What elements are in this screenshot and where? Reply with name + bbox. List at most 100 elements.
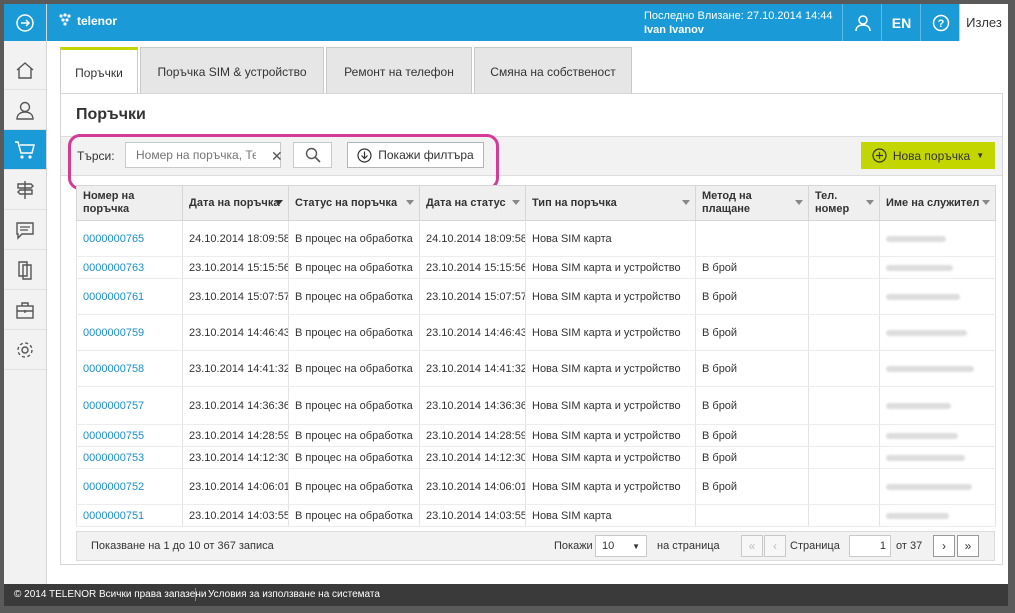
table-row[interactable]: 0000000763 23.10.2014 15:15:56 В процес на…: [76, 256, 996, 279]
sidebar-item-settings[interactable]: [4, 330, 46, 370]
status-date: 23.10.2014 14:36:36: [419, 386, 526, 425]
order-number-link[interactable]: 0000000752: [76, 468, 183, 505]
phone-number: [808, 314, 880, 351]
plus-circle-icon: [872, 148, 887, 163]
sidebar-item-business[interactable]: [4, 290, 46, 330]
order-date: 24.10.2014 18:09:58: [182, 220, 289, 257]
telenor-logo[interactable]: telenor: [56, 12, 117, 30]
table-row[interactable]: 0000000761 23.10.2014 15:07:57 В процес на…: [76, 278, 996, 315]
column-header-employee-name[interactable]: Име на служител: [879, 185, 996, 221]
table-row[interactable]: 0000000759 23.10.2014 14:46:43 В процес на…: [76, 314, 996, 351]
page-count: от 37: [896, 540, 923, 552]
tab-ownership-change[interactable]: Смяна на собственост: [474, 47, 632, 95]
payment-method: В брой: [695, 350, 809, 387]
sidebar-toggle-button[interactable]: [4, 4, 46, 41]
sort-icon: [682, 200, 690, 205]
profile-button[interactable]: [842, 4, 882, 41]
column-header-status-date[interactable]: Дата на статус: [419, 185, 526, 221]
terms-link[interactable]: Условия за използване на системата: [208, 589, 380, 600]
page-number-input[interactable]: 1: [849, 535, 891, 557]
telenor-logo-icon: [59, 13, 71, 26]
help-button[interactable]: ?: [920, 4, 960, 41]
order-number-link[interactable]: 0000000761: [76, 278, 183, 315]
sidebar-item-customers[interactable]: [4, 90, 46, 130]
employee-name-redacted: [879, 386, 996, 425]
table-row[interactable]: 0000000751 23.10.2014 14:03:55 В процес на…: [76, 504, 996, 527]
order-number-link[interactable]: 0000000759: [76, 314, 183, 351]
page-size-select[interactable]: 10 ▼: [595, 535, 647, 557]
table-row[interactable]: 0000000758 23.10.2014 14:41:32 В процес на…: [76, 350, 996, 387]
logout-button[interactable]: Излез: [959, 4, 1008, 41]
payment-method: [695, 504, 809, 527]
documents-icon: [18, 260, 32, 280]
phone-number: [808, 278, 880, 315]
payment-method: В брой: [695, 256, 809, 279]
table-row[interactable]: 0000000757 23.10.2014 14:36:36 В процес на…: [76, 386, 996, 425]
order-date: 23.10.2014 14:28:59: [182, 424, 289, 447]
sidebar-item-home[interactable]: [4, 50, 46, 90]
gear-icon: [17, 341, 33, 358]
user-icon: [854, 14, 871, 31]
last-page-button[interactable]: »: [957, 535, 979, 557]
table-row[interactable]: 0000000755 23.10.2014 14:28:59 В процес на…: [76, 424, 996, 447]
copyright: © 2014 TELENOR Всички права запазени: [14, 589, 207, 600]
page-size-label: Покажи: [554, 540, 593, 552]
briefcase-icon: [16, 301, 34, 319]
order-number-link[interactable]: 0000000751: [76, 504, 183, 527]
chevron-down-icon: ▼: [976, 151, 985, 160]
table-row[interactable]: 0000000765 24.10.2014 18:09:58 В процес на…: [76, 220, 996, 257]
order-status: В процес на обработка: [288, 278, 420, 315]
orders-table: Номер на поръчка Дата на поръчка Статус …: [76, 185, 996, 527]
column-header-phone-number[interactable]: Тел. номер: [808, 185, 880, 221]
status-date: 23.10.2014 15:15:56: [419, 256, 526, 279]
order-status: В процес на обработка: [288, 424, 420, 447]
prev-page-button[interactable]: ‹: [764, 535, 786, 557]
login-info: Последно Влизане: 27.10.2014 14:44 Ivan …: [644, 9, 833, 37]
column-header-order-date[interactable]: Дата на поръчка: [182, 185, 289, 221]
svg-text:?: ?: [937, 18, 944, 30]
column-header-payment-method[interactable]: Метод на плащане: [695, 185, 809, 221]
user-name: Ivan Ivanov: [644, 24, 704, 36]
column-header-order-status[interactable]: Статус на поръчка: [288, 185, 420, 221]
employee-name-redacted: [879, 220, 996, 257]
order-status: В процес на обработка: [288, 256, 420, 279]
sidebar-item-orders[interactable]: [4, 130, 46, 170]
order-number-link[interactable]: 0000000765: [76, 220, 183, 257]
order-status: В процес на обработка: [288, 220, 420, 257]
table-row[interactable]: 0000000753 23.10.2014 14:12:30 В процес на…: [76, 446, 996, 469]
orders-panel: Поръчки Търси: ✕ Покажи филтъра Нова пор…: [60, 93, 1003, 565]
new-order-button[interactable]: Нова поръчка ▼: [861, 142, 995, 169]
column-header-order-type[interactable]: Тип на поръчка: [525, 185, 696, 221]
order-number-link[interactable]: 0000000763: [76, 256, 183, 279]
order-status: В процес на обработка: [288, 350, 420, 387]
tab-sim-device-order[interactable]: Поръчка SIM & устройство: [140, 47, 324, 95]
next-page-button[interactable]: ›: [933, 535, 955, 557]
column-header-order-number[interactable]: Номер на поръчка: [76, 185, 183, 221]
page-title: Поръчки: [76, 106, 146, 123]
sidebar-item-documents[interactable]: [4, 250, 46, 290]
sidebar-item-directions[interactable]: [4, 170, 46, 210]
language-button[interactable]: EN: [881, 4, 921, 41]
sidebar: [4, 4, 47, 584]
order-number-link[interactable]: 0000000757: [76, 386, 183, 425]
order-number-link[interactable]: 0000000753: [76, 446, 183, 469]
order-date: 23.10.2014 15:07:57: [182, 278, 289, 315]
order-number-link[interactable]: 0000000758: [76, 350, 183, 387]
table-row[interactable]: 0000000752 23.10.2014 14:06:01 В процес на…: [76, 468, 996, 505]
employee-name-redacted: [879, 314, 996, 351]
phone-number: [808, 504, 880, 527]
order-date: 23.10.2014 14:41:32: [182, 350, 289, 387]
order-type: Нова SIM карта и устройство: [525, 386, 696, 425]
status-date: 23.10.2014 15:07:57: [419, 278, 526, 315]
tab-phone-repair[interactable]: Ремонт на телефон: [326, 47, 472, 95]
order-type: Нова SIM карта и устройство: [525, 278, 696, 315]
payment-method: [695, 220, 809, 257]
employee-name-redacted: [879, 424, 996, 447]
tab-orders[interactable]: Поръчки: [60, 47, 138, 96]
per-page-label: на страница: [657, 540, 720, 552]
phone-number: [808, 350, 880, 387]
sort-icon: [795, 200, 803, 205]
order-number-link[interactable]: 0000000755: [76, 424, 183, 447]
sidebar-item-messages[interactable]: [4, 210, 46, 250]
first-page-button[interactable]: «: [741, 535, 763, 557]
